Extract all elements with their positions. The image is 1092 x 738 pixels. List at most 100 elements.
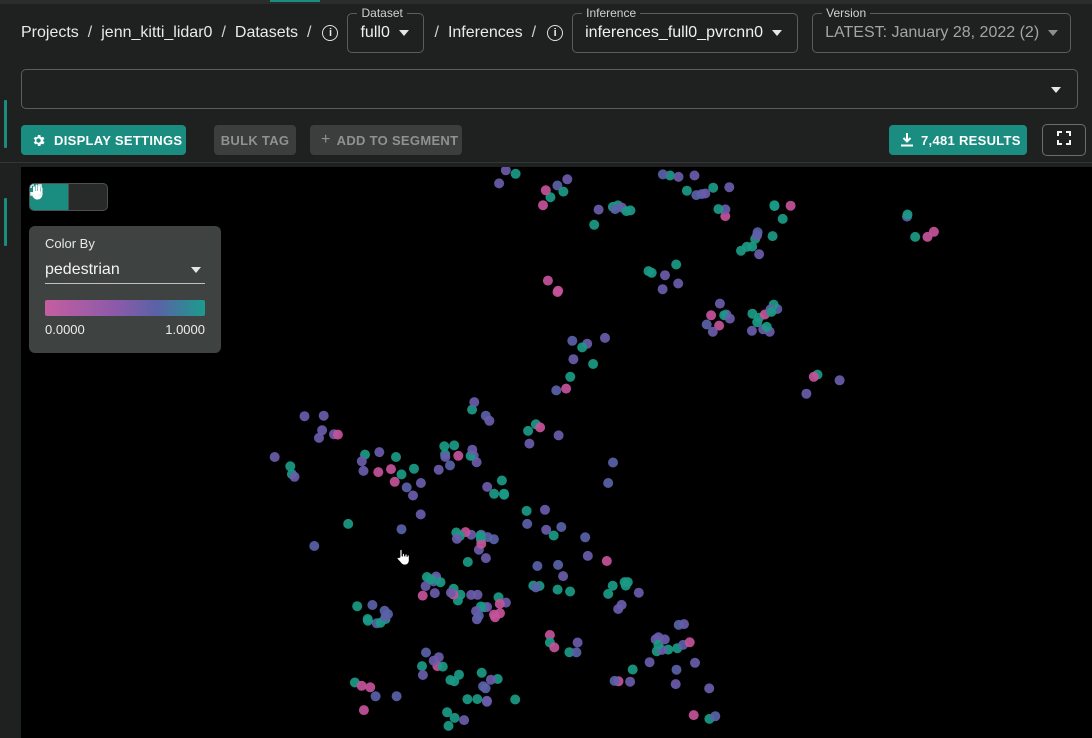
embedding-point[interactable] [494, 598, 505, 609]
embedding-point[interactable] [367, 600, 378, 610]
embedding-point[interactable] [588, 359, 599, 369]
embedding-point[interactable] [417, 590, 428, 601]
embedding-point[interactable] [396, 469, 407, 480]
embedding-point[interactable] [603, 588, 614, 599]
embedding-point[interactable] [627, 664, 638, 675]
info-icon[interactable]: i [322, 25, 339, 41]
embedding-point[interactable] [299, 411, 310, 422]
embedding-point[interactable] [553, 430, 564, 441]
embedding-point[interactable] [440, 451, 451, 462]
embedding-point[interactable] [521, 505, 532, 516]
embedding-point[interactable] [396, 524, 407, 535]
embedding-point[interactable] [657, 169, 668, 180]
embedding-point[interactable] [391, 691, 402, 702]
embedding-point[interactable] [619, 577, 630, 588]
embedding-point[interactable] [540, 504, 550, 515]
embedding-point[interactable] [785, 200, 796, 211]
fullscreen-button[interactable] [1042, 124, 1086, 156]
embedding-point[interactable] [480, 553, 491, 564]
embedding-point[interactable] [494, 178, 505, 189]
embedding-point[interactable] [389, 476, 400, 487]
embedding-point[interactable] [391, 452, 401, 462]
embedding-point[interactable] [362, 615, 373, 626]
embedding-point[interactable] [572, 637, 583, 648]
embedding-point[interactable] [553, 559, 564, 570]
embedding-point[interactable] [767, 231, 778, 242]
embedding-point[interactable] [922, 231, 933, 242]
embedding-point[interactable] [673, 278, 684, 289]
embedding-point[interactable] [704, 683, 715, 694]
embedding-point[interactable] [421, 647, 431, 658]
embedding-point[interactable] [356, 680, 367, 691]
embedding-point[interactable] [314, 432, 324, 443]
embedding-point[interactable] [616, 599, 627, 610]
embedding-point[interactable] [556, 522, 567, 532]
embedding-point[interactable] [700, 188, 711, 199]
embedding-point[interactable] [433, 464, 444, 475]
embedding-point[interactable] [689, 170, 700, 181]
version-select[interactable]: Version LATEST: January 28, 2022 (2) [812, 6, 1072, 53]
embedding-point[interactable] [643, 266, 654, 277]
embedding-point[interactable] [657, 284, 668, 295]
embedding-point[interactable] [473, 610, 484, 621]
embedding-point[interactable] [488, 534, 499, 545]
embedding-point[interactable] [454, 669, 464, 680]
embedding-point[interactable] [673, 619, 684, 630]
embedding-point[interactable] [625, 676, 636, 687]
embedding-point[interactable] [910, 231, 921, 242]
embedding-point[interactable] [352, 601, 363, 612]
embedding-point[interactable] [462, 694, 473, 705]
embedding-point[interactable] [567, 335, 578, 346]
embedding-point[interactable] [453, 450, 464, 461]
embedding-point[interactable] [902, 209, 913, 220]
embedding-point[interactable] [481, 696, 492, 707]
embedding-point[interactable] [565, 371, 576, 382]
embedding-point[interactable] [451, 533, 462, 544]
embedding-point[interactable] [523, 425, 534, 436]
embedding-point[interactable] [582, 550, 593, 561]
embedding-point[interactable] [373, 467, 384, 478]
embedding-point[interactable] [644, 657, 655, 668]
embedding-point[interactable] [562, 174, 573, 185]
breadcrumb-inferences[interactable]: Inferences [448, 24, 523, 42]
embedding-point[interactable] [659, 634, 670, 645]
embedding-point[interactable] [318, 410, 329, 421]
embedding-point[interactable] [601, 556, 612, 566]
embedding-point[interactable] [541, 524, 552, 535]
embedding-point[interactable] [449, 712, 460, 723]
embedding-point[interactable] [552, 584, 563, 595]
breadcrumb-datasets[interactable]: Datasets [235, 24, 298, 42]
embedding-point[interactable] [724, 313, 735, 324]
fit-view-tool-button[interactable] [30, 184, 107, 210]
caret-down-icon[interactable] [1051, 87, 1061, 93]
embedding-point[interactable] [475, 530, 486, 541]
embedding-point[interactable] [701, 319, 712, 330]
embedding-point[interactable] [766, 306, 777, 317]
embedding-point[interactable] [374, 447, 385, 458]
embedding-point[interactable] [670, 679, 681, 690]
embedding-point[interactable] [383, 609, 393, 620]
embedding-point[interactable] [443, 720, 454, 731]
embedding-point[interactable] [309, 541, 320, 551]
embedding-point[interactable] [510, 168, 521, 179]
embedding-point[interactable] [660, 270, 670, 281]
embedding-point[interactable] [356, 456, 367, 467]
embedding-point[interactable] [415, 478, 426, 488]
embedding-point[interactable] [462, 557, 473, 567]
embedding-point[interactable] [445, 587, 456, 598]
embedding-point[interactable] [466, 589, 477, 600]
embedding-point[interactable] [580, 532, 591, 543]
embedding-point[interactable] [449, 440, 460, 451]
embedding-point[interactable] [568, 354, 579, 365]
embedding-point[interactable] [549, 642, 560, 653]
embedding-point[interactable] [386, 464, 396, 475]
embedding-point[interactable] [571, 647, 582, 658]
embedding-point[interactable] [577, 342, 588, 353]
embedding-point[interactable] [429, 588, 440, 599]
embedding-point[interactable] [608, 457, 618, 468]
embedding-point[interactable] [834, 375, 845, 386]
embedding-point[interactable] [484, 415, 495, 426]
embedding-point[interactable] [593, 204, 604, 215]
embedding-point[interactable] [684, 637, 695, 648]
breadcrumb-project-name[interactable]: jenn_kitti_lidar0 [101, 24, 212, 42]
